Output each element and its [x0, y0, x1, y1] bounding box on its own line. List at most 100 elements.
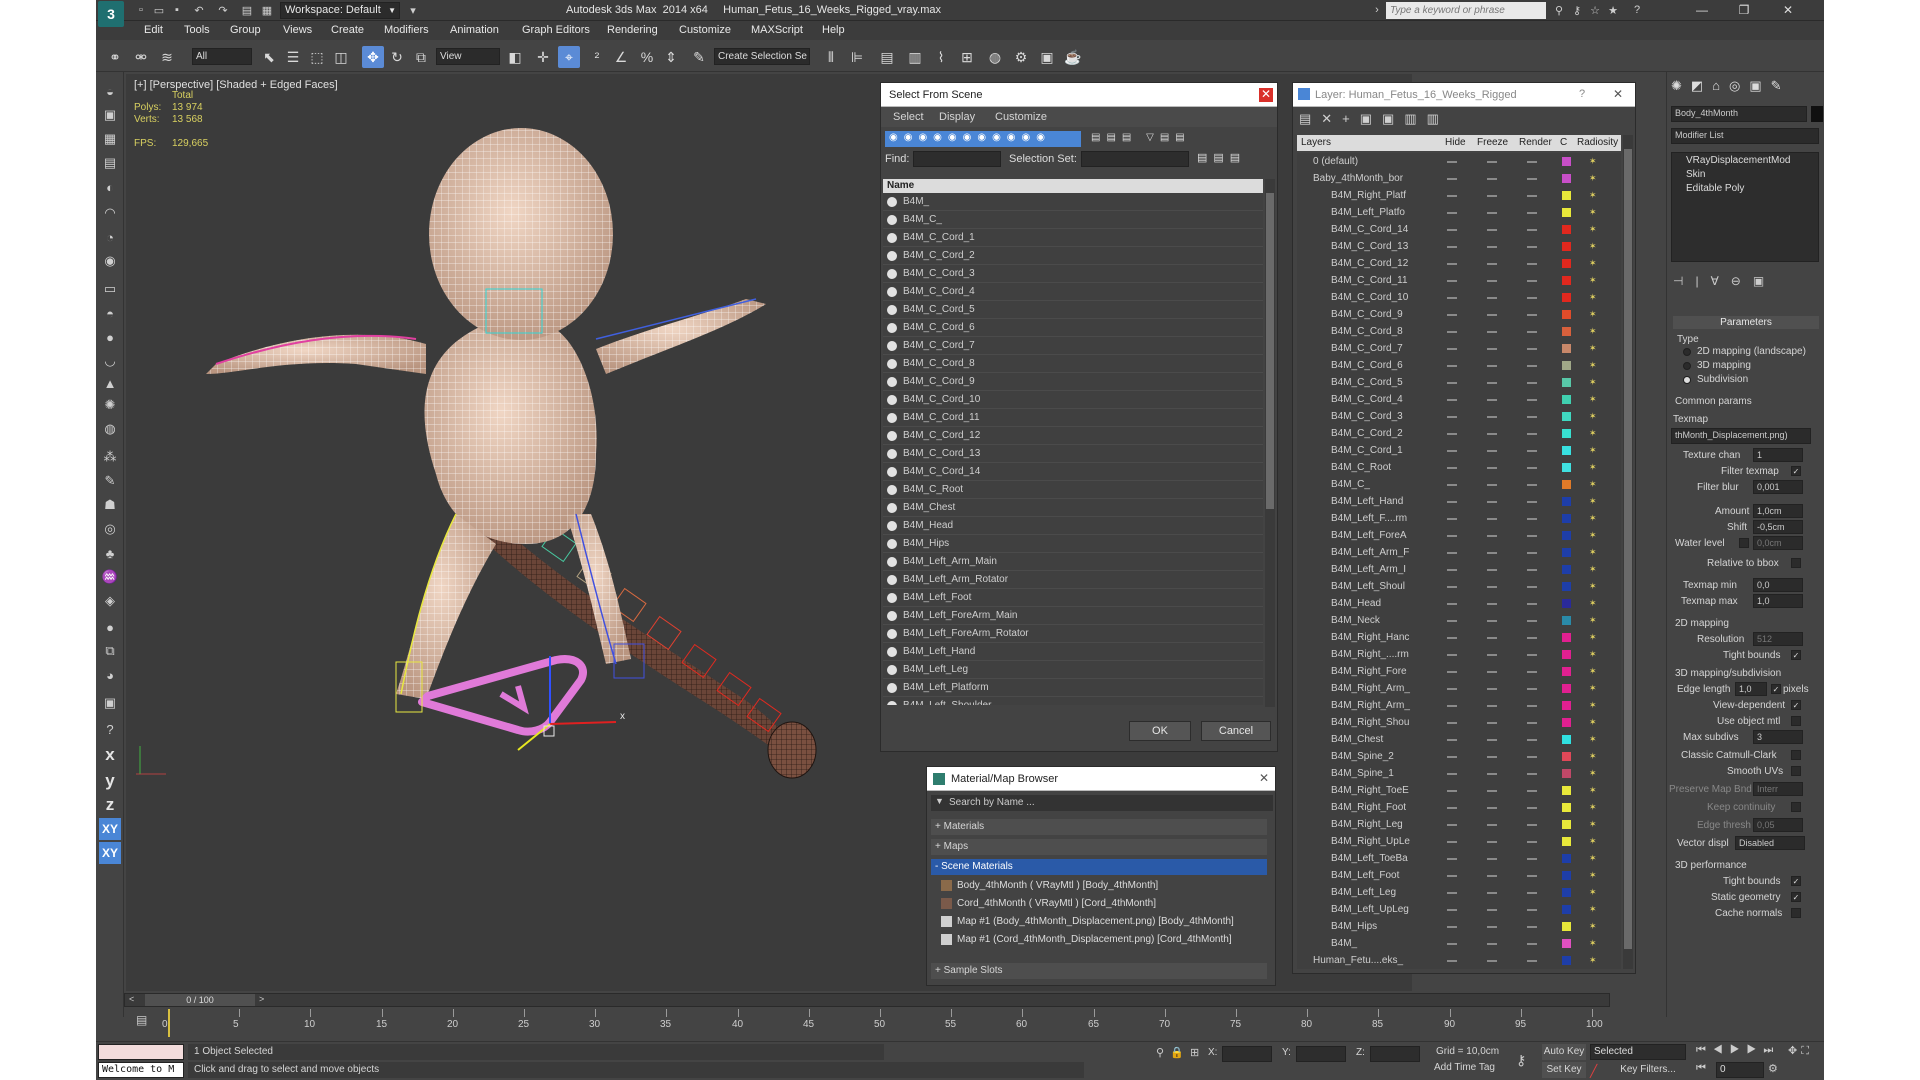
freeze-toggle[interactable]	[1487, 535, 1497, 537]
time-config-icon[interactable]: ⚙	[1768, 1062, 1778, 1075]
walkthrough-icon[interactable]: ☗	[99, 494, 121, 516]
radiosity-icon[interactable]: ✶	[1589, 275, 1601, 286]
freeze-toggle[interactable]	[1487, 586, 1497, 588]
hide-toggle[interactable]	[1447, 501, 1457, 503]
project-folder-icon[interactable]: ▤	[240, 3, 254, 17]
hide-toggle[interactable]	[1447, 875, 1457, 877]
scene-object-row[interactable]: B4M_Left_Leg	[883, 661, 1263, 679]
radiosity-icon[interactable]: ✶	[1589, 921, 1601, 932]
material-item[interactable]: Cord_4thMonth ( VRayMtl ) [Cord_4thMonth…	[939, 895, 1265, 913]
auto-key-button[interactable]: Auto Key	[1542, 1044, 1586, 1060]
render-toggle[interactable]	[1527, 263, 1537, 265]
rect-selection-icon[interactable]: ⬚	[306, 46, 328, 68]
freeze-toggle[interactable]	[1487, 739, 1497, 741]
hide-toggle[interactable]	[1447, 161, 1457, 163]
layer-color-swatch[interactable]	[1562, 208, 1571, 217]
chevron-left-icon[interactable]: <	[129, 994, 134, 1004]
freeze-toggle[interactable]	[1487, 501, 1497, 503]
hide-toggle[interactable]	[1447, 263, 1457, 265]
layer-row[interactable]: B4M_Right_Shou ✶	[1297, 714, 1621, 731]
keyboard-shortcut-icon[interactable]: ⌖	[558, 46, 580, 68]
render-toggle[interactable]	[1527, 943, 1537, 945]
layer-color-swatch[interactable]	[1562, 854, 1571, 863]
freeze-toggle[interactable]	[1487, 960, 1497, 962]
hide-toggle[interactable]	[1447, 212, 1457, 214]
set-key-button[interactable]: Set Key	[1542, 1062, 1586, 1078]
time-slider-thumb[interactable]: 0 / 100	[145, 994, 255, 1006]
ok-button[interactable]: OK	[1129, 721, 1191, 741]
map-item[interactable]: Map #1 (Cord_4thMonth_Displacement.png) …	[939, 931, 1265, 949]
scene-object-row[interactable]: B4M_C_Cord_11	[883, 409, 1263, 427]
freeze-toggle[interactable]	[1487, 620, 1497, 622]
freeze-toggle[interactable]	[1487, 569, 1497, 571]
shape-icon[interactable]: ◠	[99, 202, 121, 224]
freeze-toggle[interactable]	[1487, 229, 1497, 231]
render-toggle[interactable]	[1527, 909, 1537, 911]
radiosity-icon[interactable]: ✶	[1589, 598, 1601, 609]
reference-coord-dropdown[interactable]: View	[436, 48, 500, 65]
layer-row[interactable]: B4M_Right_Leg ✶	[1297, 816, 1621, 833]
layer-row[interactable]: B4M_C_Cord_6 ✶	[1297, 357, 1621, 374]
water-level-spinner[interactable]: 0,0cm	[1753, 536, 1803, 550]
minimize-button[interactable]: —	[1684, 0, 1720, 20]
hide-toggle[interactable]	[1447, 569, 1457, 571]
playback-controls[interactable]: ⏮◀▶▶⏭	[1696, 1044, 1780, 1057]
viewport-label[interactable]: [+] [Perspective] [Shaded + Edged Faces]	[134, 79, 338, 91]
hide-toggle[interactable]	[1447, 705, 1457, 707]
layer-row[interactable]: B4M_C_Cord_8 ✶	[1297, 323, 1621, 340]
freeze-toggle[interactable]	[1487, 246, 1497, 248]
hide-toggle[interactable]	[1447, 365, 1457, 367]
radiosity-icon[interactable]: ✶	[1589, 870, 1601, 881]
render-toggle[interactable]	[1527, 671, 1537, 673]
layer-color-swatch[interactable]	[1562, 905, 1571, 914]
hemisphere-icon[interactable]: ◓	[99, 302, 121, 324]
chevron-right-icon[interactable]: ›	[1370, 3, 1384, 17]
hide-toggle[interactable]	[1447, 841, 1457, 843]
radiosity-icon[interactable]: ✶	[1589, 173, 1601, 184]
orb-icon[interactable]: ◍	[99, 418, 121, 440]
layer-color-swatch[interactable]	[1562, 395, 1571, 404]
layer-row[interactable]: B4M_Left_ForeA ✶	[1297, 527, 1621, 544]
amount-spinner[interactable]: 1,0cm	[1753, 504, 1803, 518]
hide-toggle[interactable]	[1447, 773, 1457, 775]
render-toggle[interactable]	[1527, 161, 1537, 163]
render-toggle[interactable]	[1527, 450, 1537, 452]
viewport-nav-icons[interactable]: ✥⛶	[1788, 1044, 1822, 1058]
render-toggle[interactable]	[1527, 926, 1537, 928]
scene-object-row[interactable]: B4M_Left_Shoulder	[883, 697, 1263, 705]
render-toggle[interactable]	[1527, 280, 1537, 282]
radio-subdivision[interactable]	[1683, 376, 1691, 384]
layer-tool-icons[interactable]: ▤✕+▣▣▥▥	[1299, 111, 1449, 127]
vector-displ-dropdown[interactable]: Disabled	[1735, 836, 1805, 850]
command-panel-tabs[interactable]: ✺◩⌂◎▣✎	[1671, 78, 1791, 94]
hide-toggle[interactable]	[1447, 314, 1457, 316]
freeze-toggle[interactable]	[1487, 178, 1497, 180]
layer-color-swatch[interactable]	[1562, 497, 1571, 506]
freeze-toggle[interactable]	[1487, 212, 1497, 214]
hide-toggle[interactable]	[1447, 654, 1457, 656]
texmap-button[interactable]: thMonth_Displacement.png)	[1671, 428, 1811, 444]
material-editor-icon[interactable]: ◍	[984, 46, 1006, 68]
menu-create[interactable]: Create	[331, 24, 364, 36]
freeze-toggle[interactable]	[1487, 790, 1497, 792]
select-object-icon[interactable]: ⬉	[258, 46, 280, 68]
col-color[interactable]: C	[1560, 137, 1567, 148]
key-mode-icon[interactable]: ╱	[1590, 1064, 1597, 1078]
layer-color-swatch[interactable]	[1562, 650, 1571, 659]
hide-toggle[interactable]	[1447, 382, 1457, 384]
map-item[interactable]: Map #1 (Body_4thMonth_Displacement.png) …	[939, 913, 1265, 931]
constrain-plane-cycle-button[interactable]: XY	[99, 842, 121, 864]
named-selection-set-dropdown[interactable]: Create Selection Se	[714, 48, 810, 65]
freeze-toggle[interactable]	[1487, 331, 1497, 333]
freeze-toggle[interactable]	[1487, 858, 1497, 860]
freeze-toggle[interactable]	[1487, 909, 1497, 911]
layer-color-swatch[interactable]	[1562, 803, 1571, 812]
key-filters-button[interactable]: Key Filters...	[1610, 1062, 1686, 1078]
radiosity-icon[interactable]: ✶	[1589, 751, 1601, 762]
globe-icon[interactable]: ◎	[99, 518, 121, 540]
radiosity-icon[interactable]: ✶	[1589, 258, 1601, 269]
ribbon-icon[interactable]: ▥	[904, 46, 926, 68]
sfs-scrollbar[interactable]	[1265, 179, 1275, 707]
layer-color-swatch[interactable]	[1562, 633, 1571, 642]
modifier-list-dropdown[interactable]: Modifier List	[1671, 128, 1819, 144]
